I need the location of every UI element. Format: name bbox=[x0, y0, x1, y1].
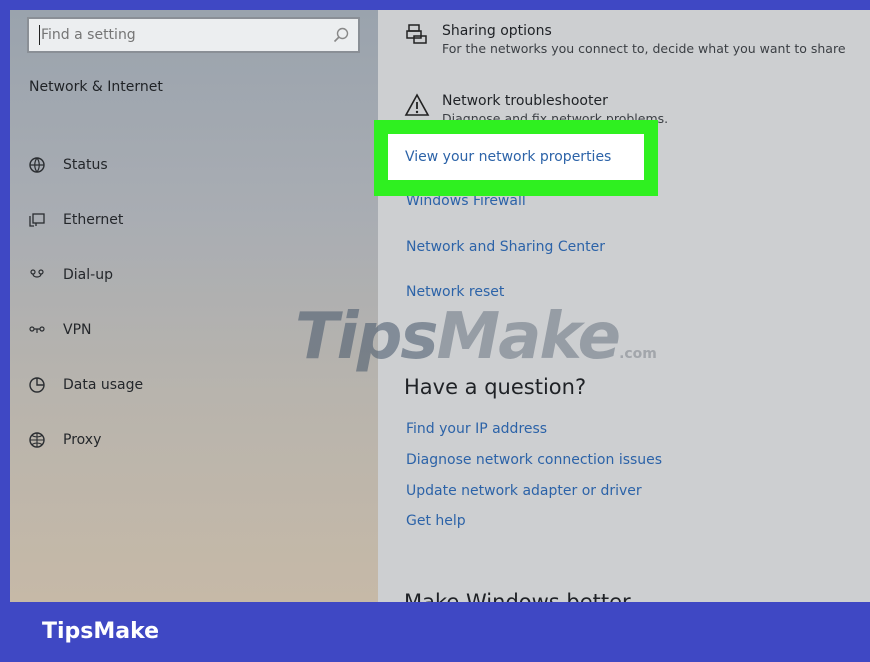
sidebar-item-status[interactable]: Status bbox=[26, 150, 108, 180]
sidebar-item-label: Ethernet bbox=[63, 212, 124, 228]
view-properties-link[interactable]: View your network properties bbox=[388, 134, 644, 180]
sidebar-item-label: Dial-up bbox=[63, 267, 113, 283]
search-box[interactable] bbox=[27, 17, 360, 53]
get-help-link[interactable]: Get help bbox=[406, 513, 466, 529]
warning-icon bbox=[402, 92, 432, 122]
diagnose-link[interactable]: Diagnose network connection issues bbox=[406, 452, 662, 468]
sidebar-item-label: VPN bbox=[63, 322, 92, 338]
brand-logo: TipsMake bbox=[42, 619, 160, 644]
printer-share-icon bbox=[402, 22, 432, 52]
troubleshooter-title: Network troubleshooter bbox=[442, 93, 608, 109]
sharing-center-link[interactable]: Network and Sharing Center bbox=[406, 239, 605, 255]
sidebar-item-label: Data usage bbox=[63, 377, 144, 393]
search-input[interactable] bbox=[40, 27, 321, 43]
settings-window: Network & Internet Status Ethernet Dial-… bbox=[10, 10, 870, 602]
sidebar-item-label: Proxy bbox=[63, 432, 102, 448]
sharing-options[interactable]: Sharing options For the networks you con… bbox=[402, 22, 846, 58]
sidebar-item-proxy[interactable]: Proxy bbox=[26, 425, 101, 455]
dial-up-icon bbox=[26, 264, 48, 286]
globe-status-icon bbox=[26, 154, 48, 176]
data-usage-icon bbox=[26, 374, 48, 396]
nav-section-title: Network & Internet bbox=[29, 79, 163, 95]
watermark: TipsMake.com bbox=[295, 300, 657, 374]
sharing-options-title: Sharing options bbox=[442, 23, 552, 39]
network-reset-link[interactable]: Network reset bbox=[406, 284, 504, 300]
watermark-part-2: Make bbox=[436, 300, 622, 374]
highlight-box: View your network properties bbox=[374, 120, 658, 196]
watermark-part-3: .com bbox=[619, 346, 657, 362]
sidebar-item-dial-up[interactable]: Dial-up bbox=[26, 260, 113, 290]
search-icon[interactable] bbox=[332, 26, 350, 44]
watermark-part-1: Tips bbox=[295, 300, 438, 374]
sidebar-item-data-usage[interactable]: Data usage bbox=[26, 370, 143, 400]
vpn-icon bbox=[26, 319, 48, 341]
update-adapter-link[interactable]: Update network adapter or driver bbox=[406, 483, 642, 499]
sharing-options-desc: For the networks you connect to, decide … bbox=[442, 41, 846, 56]
question-heading: Have a question? bbox=[404, 375, 587, 399]
find-ip-link[interactable]: Find your IP address bbox=[406, 421, 547, 437]
ethernet-icon bbox=[26, 209, 48, 231]
frame: Network & Internet Status Ethernet Dial-… bbox=[0, 0, 870, 662]
sidebar-item-ethernet[interactable]: Ethernet bbox=[26, 205, 123, 235]
view-properties-label: View your network properties bbox=[405, 149, 612, 165]
sidebar-item-vpn[interactable]: VPN bbox=[26, 315, 92, 345]
globe-icon bbox=[26, 429, 48, 451]
sidebar-item-label: Status bbox=[63, 157, 108, 173]
make-windows-better-heading: Make Windows better bbox=[404, 590, 631, 602]
